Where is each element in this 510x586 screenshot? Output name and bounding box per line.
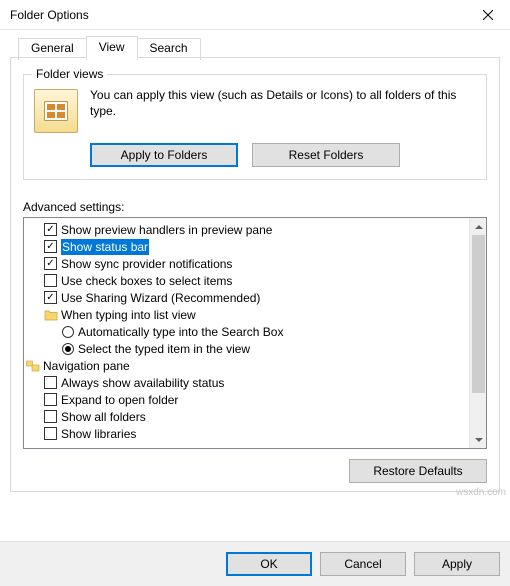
folder-views-group: Folder views You can apply this view (su… — [23, 74, 487, 180]
ok-button[interactable]: OK — [226, 552, 312, 576]
opt-status-bar[interactable]: ✓Show status bar — [26, 238, 467, 255]
checkbox-unchecked-icon — [44, 376, 57, 389]
checkbox-checked-icon: ✓ — [44, 291, 57, 304]
opt-expand-open[interactable]: Expand to open folder — [26, 391, 467, 408]
checkbox-unchecked-icon — [44, 410, 57, 423]
tab-panel-view: Folder views You can apply this view (su… — [10, 57, 500, 492]
opt-show-libraries[interactable]: Show libraries — [26, 425, 467, 442]
checkbox-unchecked-icon — [44, 274, 57, 287]
tab-view[interactable]: View — [86, 36, 138, 58]
tab-strip: General View Search — [18, 36, 500, 58]
checkbox-checked-icon: ✓ — [44, 257, 57, 270]
scrollbar-vertical[interactable] — [469, 218, 486, 448]
folder-views-icon — [34, 89, 78, 133]
opt-preview-handlers[interactable]: ✓Show preview handlers in preview pane — [26, 221, 467, 238]
folder-views-legend: Folder views — [32, 67, 107, 81]
advanced-settings-label: Advanced settings: — [23, 200, 487, 214]
advanced-settings-tree[interactable]: ✓Show preview handlers in preview pane ✓… — [23, 217, 487, 449]
folder-icon — [44, 308, 58, 321]
opt-sync-notifications[interactable]: ✓Show sync provider notifications — [26, 255, 467, 272]
dialog-button-row: OK Cancel Apply — [0, 541, 510, 586]
scrollbar-thumb[interactable] — [472, 235, 485, 393]
close-button[interactable] — [465, 0, 510, 30]
navigation-pane-icon — [26, 359, 40, 372]
scroll-up-icon[interactable] — [470, 218, 487, 235]
close-icon — [483, 10, 493, 20]
group-navigation-pane: Navigation pane — [26, 357, 467, 374]
apply-button[interactable]: Apply — [414, 552, 500, 576]
folder-views-desc: You can apply this view (such as Details… — [90, 87, 476, 133]
opt-always-availability[interactable]: Always show availability status — [26, 374, 467, 391]
scroll-down-icon[interactable] — [470, 431, 487, 448]
window-titlebar: Folder Options — [0, 0, 510, 30]
restore-defaults-button[interactable]: Restore Defaults — [349, 459, 487, 483]
opt-typing-auto[interactable]: Automatically type into the Search Box — [26, 323, 467, 340]
group-when-typing: When typing into list view — [26, 306, 467, 323]
checkbox-unchecked-icon — [44, 393, 57, 406]
opt-sharing-wizard[interactable]: ✓Use Sharing Wizard (Recommended) — [26, 289, 467, 306]
reset-folders-button[interactable]: Reset Folders — [252, 143, 400, 167]
checkbox-checked-icon: ✓ — [44, 223, 57, 236]
checkbox-unchecked-icon — [44, 427, 57, 440]
opt-check-boxes[interactable]: Use check boxes to select items — [26, 272, 467, 289]
opt-typing-select[interactable]: Select the typed item in the view — [26, 340, 467, 357]
checkbox-checked-icon: ✓ — [44, 240, 57, 253]
apply-to-folders-button[interactable]: Apply to Folders — [90, 143, 238, 167]
radio-unselected-icon — [62, 326, 74, 338]
window-title: Folder Options — [0, 8, 465, 22]
radio-selected-icon — [62, 343, 74, 355]
opt-show-all-folders[interactable]: Show all folders — [26, 408, 467, 425]
cancel-button[interactable]: Cancel — [320, 552, 406, 576]
